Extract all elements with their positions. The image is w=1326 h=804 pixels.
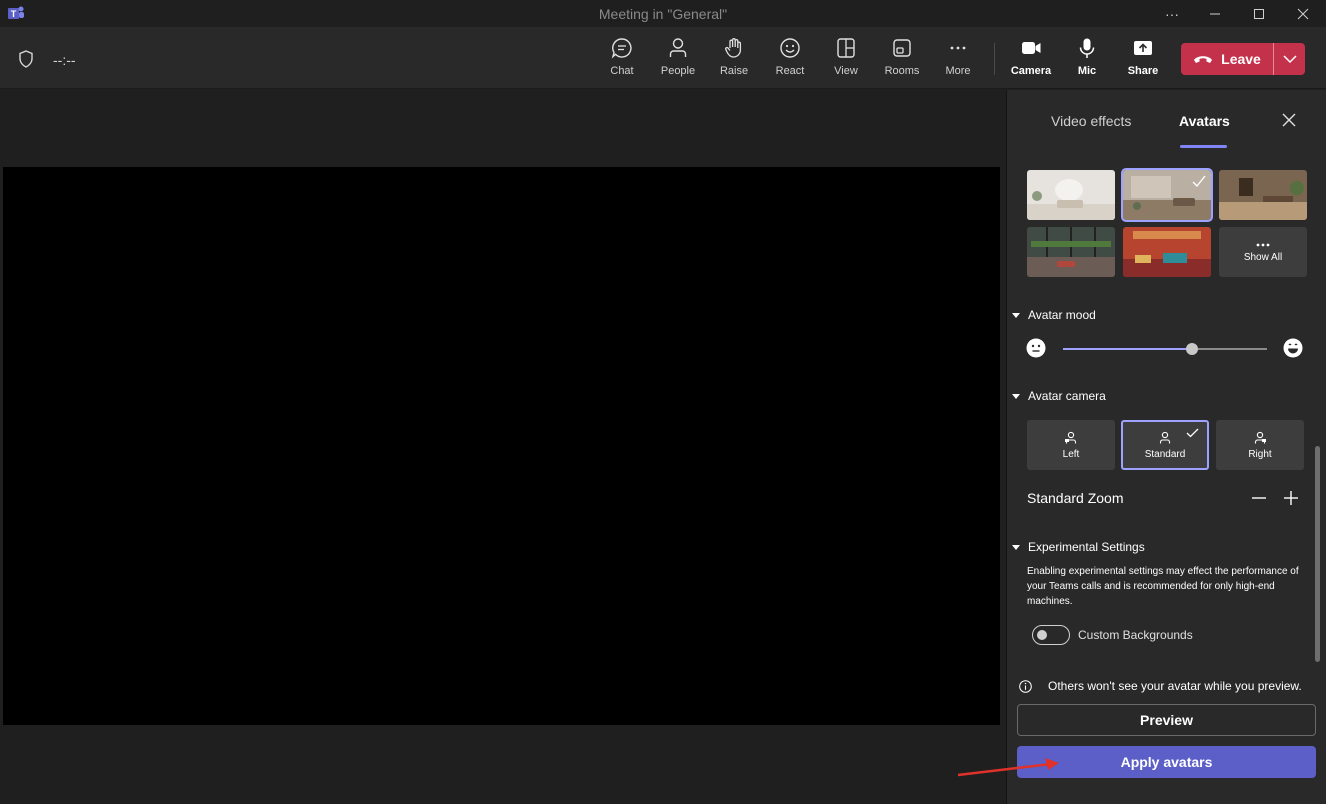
people-button[interactable]: People [650,37,706,83]
environment-thumbnail[interactable] [1123,227,1211,277]
view-label: View [834,65,858,77]
rooms-label: Rooms [884,65,920,77]
shield-icon [19,50,33,68]
chat-button[interactable]: Chat [594,37,650,83]
caret-down-icon [1012,544,1020,550]
zoom-out-icon[interactable] [1251,490,1267,506]
maximize-button[interactable] [1237,0,1281,27]
annotation-arrow [957,758,1059,777]
toggle-knob [1037,630,1047,640]
info-text: Others won't see your avatar while you p… [1048,679,1302,693]
hang-up-icon [1194,56,1213,63]
neutral-face-icon [1026,338,1046,358]
people-label: People [660,65,696,77]
panel-scrollbar[interactable] [1315,446,1320,662]
share-label: Share [1127,65,1159,77]
show-all-environments-button[interactable]: Show All [1219,227,1307,277]
panel-tabs: Video effects Avatars [1007,90,1326,148]
slider-fill [1063,348,1192,350]
avatar-mood-heading: Avatar mood [1028,308,1096,322]
caret-down-icon [1012,312,1020,318]
zoom-in-icon[interactable] [1283,490,1299,506]
meeting-stage [0,90,1005,804]
camera-right-label: Right [1248,448,1272,460]
more-button[interactable]: More [930,37,986,83]
window-title: Meeting in "General" [598,6,728,22]
camera-left-option[interactable]: Left [1027,420,1115,470]
microphone-icon [1079,38,1095,58]
person-camera-icon [1065,431,1077,443]
experimental-description: Enabling experimental settings may effec… [1027,566,1299,607]
environment-thumbnail[interactable] [1027,170,1115,220]
window-more-icon[interactable]: ··· [1150,0,1194,27]
share-icon [1134,41,1152,55]
tab-video-effects[interactable]: Video effects [1051,113,1131,129]
caret-down-icon [1012,393,1020,399]
slider-thumb[interactable] [1186,343,1198,355]
raise-hand-button[interactable]: Raise [706,37,762,83]
preview-button[interactable]: Preview [1017,704,1316,736]
camera-standard-option[interactable]: Standard [1121,420,1209,470]
mic-label: Mic [1077,65,1097,77]
more-icon [950,46,966,50]
avatar-camera-heading: Avatar camera [1028,389,1106,403]
avatar-mood-slider[interactable] [1063,343,1267,355]
chevron-down-icon [1282,55,1297,64]
show-all-label: Show All [1243,251,1283,263]
leave-label: Leave [1221,51,1261,67]
chat-label: Chat [610,65,634,77]
grinning-face-icon [1283,338,1303,358]
smiley-icon [780,38,800,58]
more-icon [1256,243,1270,246]
environment-thumbnail[interactable] [1027,227,1115,277]
video-preview [3,167,1000,725]
camera-left-label: Left [1062,448,1080,460]
share-button[interactable]: Share [1115,37,1171,83]
meeting-toolbar: --:-- Chat People Raise React View Rooms… [0,27,1326,89]
rooms-button[interactable]: Rooms [874,37,930,83]
person-camera-icon [1254,431,1266,443]
people-icon [669,38,687,57]
chat-icon [611,38,632,59]
title-bar: T Meeting in "General" ··· [0,0,1326,27]
view-button[interactable]: View [818,37,874,83]
raise-hand-icon [725,38,742,58]
zoom-label: Standard Zoom [1027,490,1124,506]
camera-standard-label: Standard [1144,448,1186,460]
preview-info: Others won't see your avatar while you p… [1019,679,1302,693]
environment-thumbnail[interactable] [1219,170,1307,220]
camera-icon [1022,42,1041,54]
avatar-mood-toggle[interactable]: Avatar mood [1012,308,1096,322]
leave-button-group: Leave [1181,43,1305,75]
avatars-panel: Video effects Avatars Show All Avatar mo… [1006,90,1326,804]
grid-view-icon [837,38,855,58]
person-icon [1159,431,1171,443]
experimental-heading: Experimental Settings [1028,540,1145,554]
minimize-button[interactable] [1193,0,1237,27]
meeting-timer: --:-- [53,52,76,68]
custom-backgrounds-label: Custom Backgrounds [1078,628,1193,642]
close-icon[interactable] [1281,112,1297,128]
info-icon [1019,679,1032,693]
camera-right-option[interactable]: Right [1216,420,1304,470]
mic-button[interactable]: Mic [1059,37,1115,83]
react-label: React [775,65,805,77]
checkmark-icon [1186,428,1199,438]
close-window-button[interactable] [1281,0,1325,27]
camera-label: Camera [1010,65,1052,77]
raise-label: Raise [719,65,749,77]
react-button[interactable]: React [762,37,818,83]
tab-avatars[interactable]: Avatars [1179,113,1230,129]
camera-button[interactable]: Camera [1003,37,1059,83]
custom-backgrounds-toggle[interactable] [1032,625,1070,645]
toolbar-divider [994,43,995,75]
avatar-camera-toggle[interactable]: Avatar camera [1012,389,1106,403]
leave-options-button[interactable] [1273,43,1305,75]
rooms-icon [893,39,911,57]
leave-button[interactable]: Leave [1181,43,1273,75]
more-label: More [945,65,971,77]
active-tab-indicator [1180,145,1227,148]
experimental-settings-toggle[interactable]: Experimental Settings [1012,540,1145,554]
environment-thumbnail-selected[interactable] [1121,168,1213,222]
